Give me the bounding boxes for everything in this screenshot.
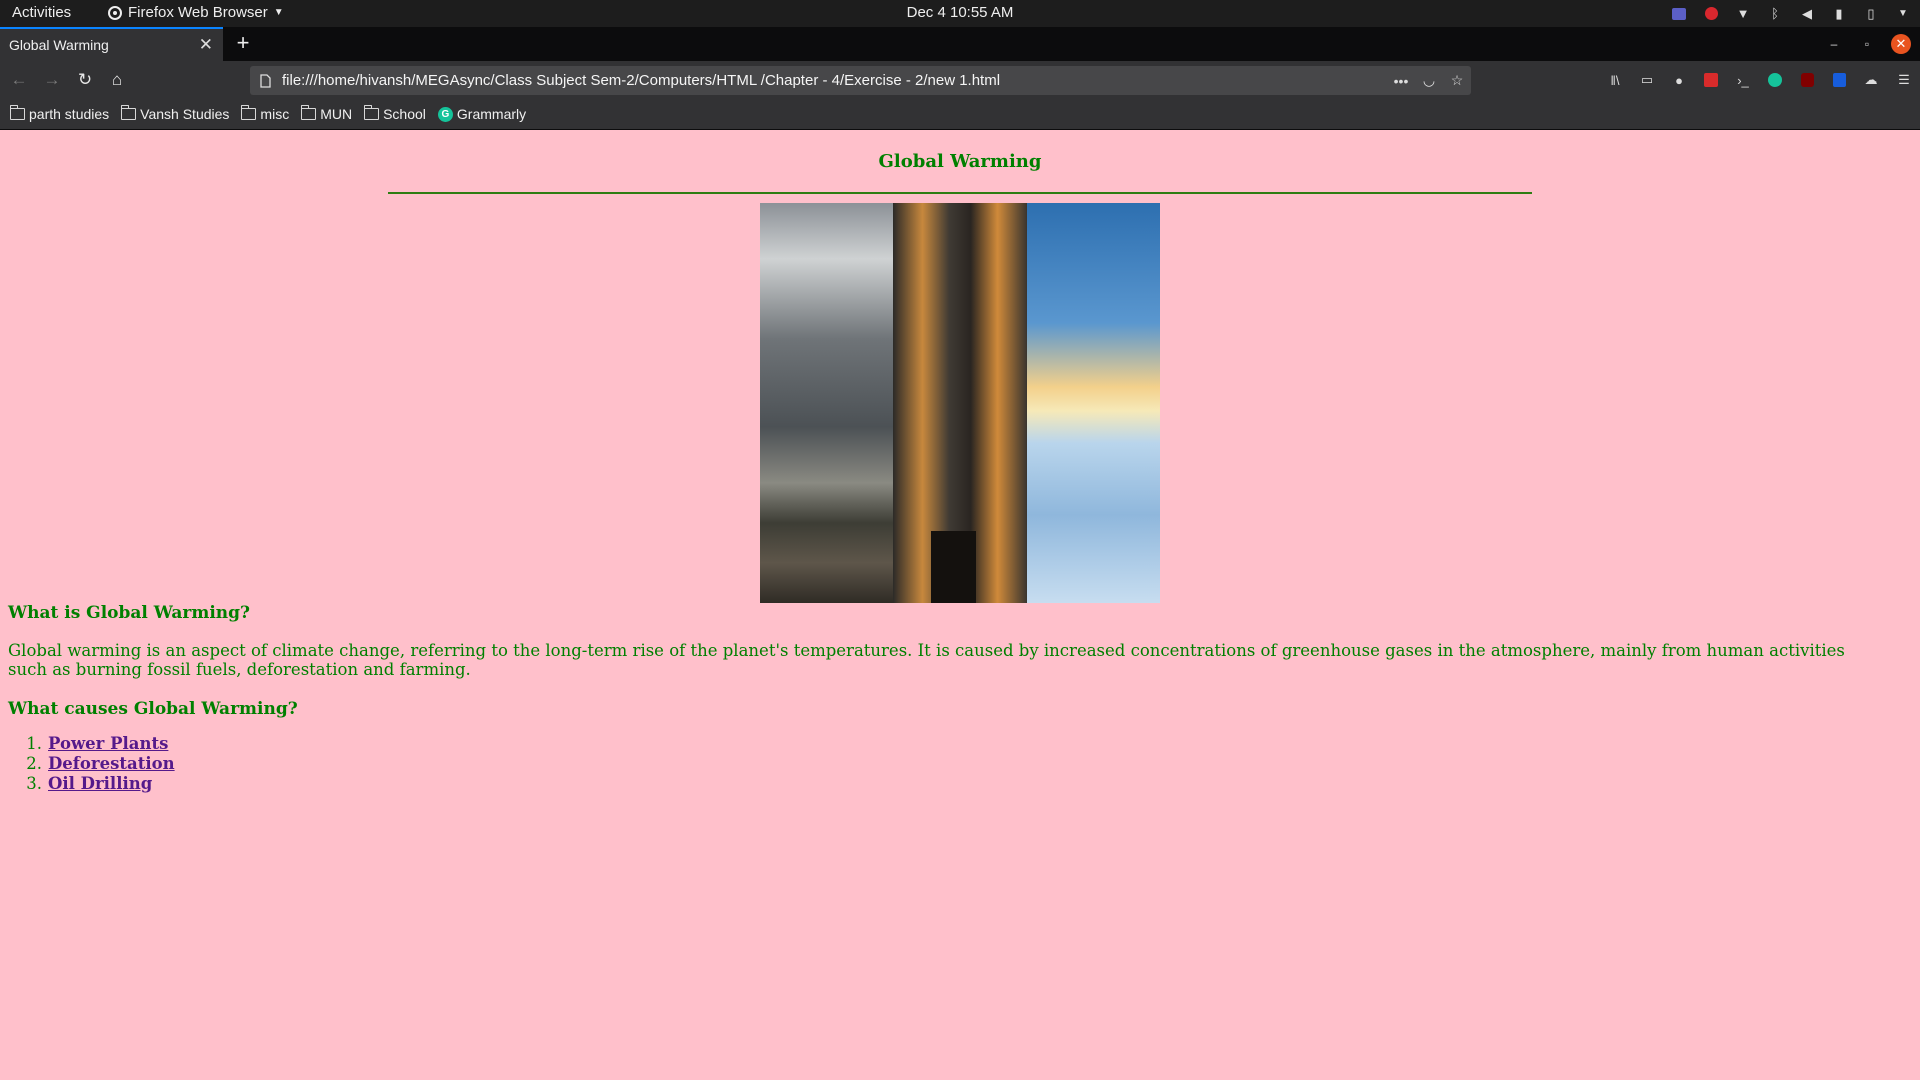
app-menu-label: Firefox Web Browser xyxy=(128,4,268,21)
bookmarks-toolbar: parth studies Vansh Studies misc MUN Sch… xyxy=(0,99,1920,130)
volume-icon[interactable]: ◀ xyxy=(1798,5,1816,23)
list-number: 1. xyxy=(26,734,42,753)
teams-icon[interactable] xyxy=(1670,5,1688,23)
library-icon[interactable]: ‖\ xyxy=(1604,69,1626,91)
tab-strip: Global Warming ✕ + – ▫ ✕ xyxy=(0,27,1920,61)
bookmark-parth-studies[interactable]: parth studies xyxy=(9,105,110,122)
url-text[interactable]: file:///home/hivansh/MEGAsync/Class Subj… xyxy=(282,72,1387,89)
ublock-icon[interactable] xyxy=(1796,69,1818,91)
extension-cloud-icon[interactable]: ☁ xyxy=(1860,69,1882,91)
bookmark-label: MUN xyxy=(320,106,353,122)
back-button[interactable]: ← xyxy=(8,69,30,91)
page-title: Global Warming xyxy=(878,151,1042,172)
definition-paragraph: Global warming is an aspect of climate c… xyxy=(8,641,1845,679)
megasync-icon[interactable] xyxy=(1702,5,1720,23)
system-top-bar: Activities Firefox Web Browser ▼ Dec 4 1… xyxy=(0,0,1920,27)
grammarly-icon: G xyxy=(437,106,453,122)
system-menu-chevron-icon[interactable]: ▼ xyxy=(1894,5,1912,23)
extension-s-icon[interactable] xyxy=(1700,69,1722,91)
folder-icon xyxy=(9,105,25,120)
activities-button[interactable]: Activities xyxy=(12,4,71,21)
folder-icon xyxy=(120,105,137,120)
reload-button[interactable]: ↻ xyxy=(74,69,96,91)
bookmark-grammarly[interactable]: G Grammarly xyxy=(437,106,527,122)
bookmark-label: misc xyxy=(260,106,290,122)
folder-icon xyxy=(363,105,380,120)
system-tray[interactable]: ▼ ᛒ ◀ ▮ ▯ ▼ xyxy=(1670,3,1912,24)
folder-icon xyxy=(240,105,257,120)
link-oil-drilling[interactable]: Oil Drilling xyxy=(48,774,152,793)
web-page: Global Warming What is Global Warming? G… xyxy=(0,130,1920,1080)
firefox-icon xyxy=(108,5,122,20)
horizontal-rule xyxy=(388,192,1532,194)
url-bar[interactable]: file:///home/hivansh/MEGAsync/Class Subj… xyxy=(250,66,1471,95)
page-actions-icon[interactable]: ••• xyxy=(1387,73,1415,89)
list-item: 3. Oil Drilling xyxy=(26,774,175,794)
forward-button[interactable]: → xyxy=(41,69,63,91)
link-power-plants[interactable]: Power Plants xyxy=(48,734,168,753)
bitwarden-icon[interactable] xyxy=(1828,69,1850,91)
tab-global-warming[interactable]: Global Warming ✕ xyxy=(0,27,223,61)
melting-ice-image-panel xyxy=(1026,203,1160,603)
close-tab-icon[interactable]: ✕ xyxy=(199,35,213,55)
bookmark-mun[interactable]: MUN xyxy=(300,105,353,122)
microphone-icon[interactable]: ▮ xyxy=(1830,5,1848,23)
restore-icon[interactable]: ▫ xyxy=(1856,33,1878,55)
terminal-icon[interactable]: ›_ xyxy=(1732,69,1754,91)
list-item: 2. Deforestation xyxy=(26,754,175,774)
page-icon xyxy=(260,73,271,88)
bookmark-label: Vansh Studies xyxy=(140,106,230,122)
app-menu[interactable]: Firefox Web Browser ▼ xyxy=(108,4,284,21)
minimize-icon[interactable]: – xyxy=(1823,33,1845,55)
list-number: 3. xyxy=(26,774,42,793)
bookmark-school[interactable]: School xyxy=(363,105,426,122)
navigation-toolbar: ← → ↻ ⌂ file:///home/hivansh/MEGAsync/Cl… xyxy=(0,61,1920,99)
folder-icon xyxy=(300,105,317,120)
account-icon[interactable]: ● xyxy=(1668,69,1690,91)
grammarly-extension-icon[interactable] xyxy=(1764,69,1786,91)
bookmark-star-icon[interactable]: ☆ xyxy=(1443,72,1471,89)
section-heading-what-is: What is Global Warming? xyxy=(8,603,251,623)
chevron-down-icon: ▼ xyxy=(273,7,284,18)
close-window-icon[interactable]: ✕ xyxy=(1891,34,1911,54)
battery-icon[interactable]: ▯ xyxy=(1862,5,1880,23)
sidebar-icon[interactable]: ▭ xyxy=(1636,69,1658,91)
causes-list: 1. Power Plants 2. Deforestation 3. Oil … xyxy=(26,734,175,794)
bookmark-label: parth studies xyxy=(29,106,110,122)
storm-clouds-image-panel xyxy=(760,203,894,603)
bookmark-vansh-studies[interactable]: Vansh Studies xyxy=(120,105,230,122)
bookmark-misc[interactable]: misc xyxy=(240,105,290,122)
list-item: 1. Power Plants xyxy=(26,734,175,754)
tab-title: Global Warming xyxy=(9,37,109,53)
section-heading-causes: What causes Global Warming? xyxy=(8,699,298,719)
bluetooth-icon[interactable]: ᛒ xyxy=(1766,5,1784,23)
bookmark-label: Grammarly xyxy=(456,106,527,122)
list-number: 2. xyxy=(26,754,42,773)
link-deforestation[interactable]: Deforestation xyxy=(48,754,175,773)
new-tab-button[interactable]: + xyxy=(230,30,256,56)
smokestack-image-panel xyxy=(893,203,1027,603)
hamburger-menu-icon[interactable]: ☰ xyxy=(1893,69,1915,91)
wifi-icon[interactable]: ▼ xyxy=(1734,5,1752,23)
bookmark-label: School xyxy=(383,106,426,122)
clock[interactable]: Dec 4 10:55 AM xyxy=(907,4,1014,21)
global-warming-image xyxy=(760,203,1160,603)
pocket-icon[interactable]: ◡ xyxy=(1415,72,1443,89)
home-button[interactable]: ⌂ xyxy=(106,69,128,91)
